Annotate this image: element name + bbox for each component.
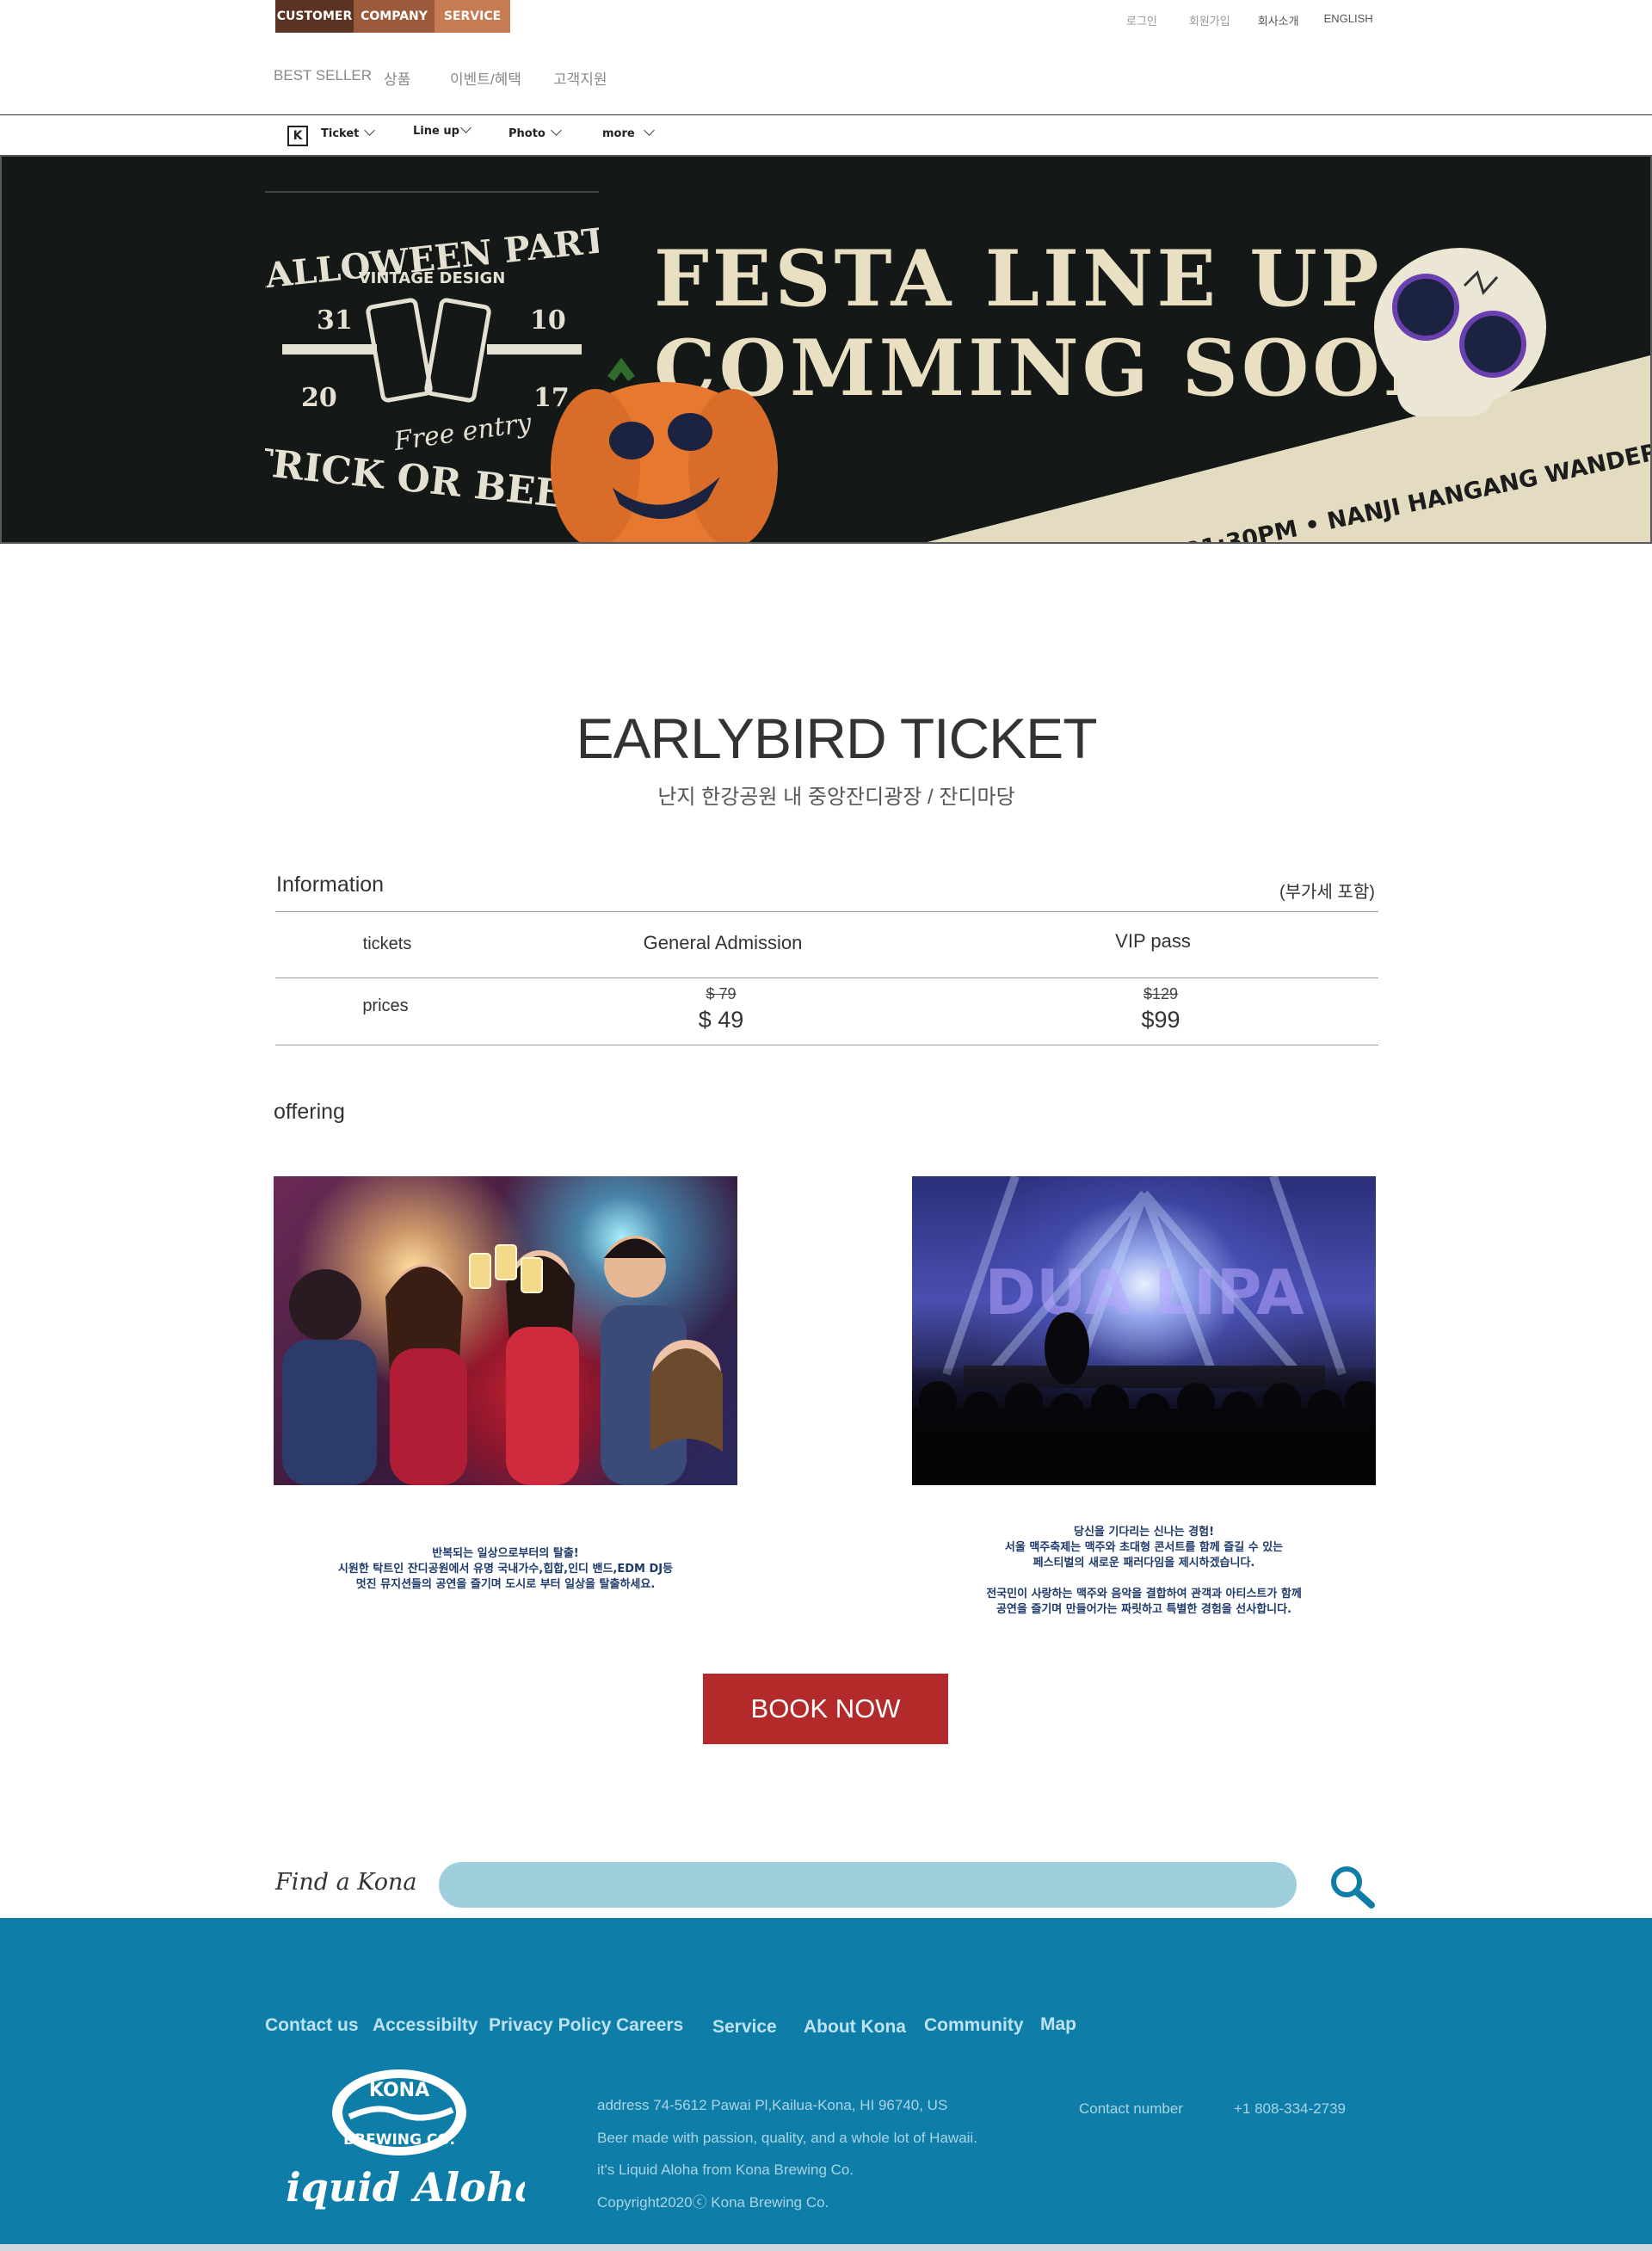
kona-brewing-logo: KONA BREWING CO. Liquid Aloha xyxy=(256,2065,540,2229)
nav-item-products[interactable]: 상품 xyxy=(384,67,410,89)
footer-link-careers[interactable]: Careers xyxy=(616,2015,683,2036)
offering-caption-right: 당신을 기다리는 신나는 경험! 서울 맥주축제는 맥주와 초대형 콘서트를 함… xyxy=(912,1525,1376,1618)
chevron-down-icon xyxy=(460,122,472,133)
offering-heading: offering xyxy=(274,1100,345,1124)
search-icon[interactable] xyxy=(1328,1865,1377,1909)
footer-tagline-1: Beer made with passion, quality, and a w… xyxy=(597,2129,977,2146)
caption-line: 전국민이 사랑하는 맥주와 음악을 결합하여 관객과 아티스트가 함께 xyxy=(986,1588,1302,1600)
signup-link[interactable]: 회원가입 xyxy=(1189,12,1230,28)
footer-link-accessibility[interactable]: Accessibilty xyxy=(373,2015,478,2036)
chevron-down-icon xyxy=(364,125,376,136)
footer-link-about[interactable]: About Kona xyxy=(804,2017,906,2038)
subnav-ticket[interactable]: Ticket xyxy=(321,125,376,140)
general-admission-label: General Admission xyxy=(643,932,803,953)
page-subtitle: 난지 한강공원 내 중앙잔디광장 / 잔디마당 xyxy=(657,786,1015,809)
footer-link-service[interactable]: Service xyxy=(712,2017,777,2038)
find-a-kona-label: Find a Kona xyxy=(275,1869,417,1896)
subnav-lineup[interactable]: Line up xyxy=(413,122,472,138)
vip-pass-label: VIP pass xyxy=(1115,930,1191,952)
concert-photo: DUA LIPA xyxy=(912,1176,1376,1485)
sub-nav: K Ticket Line up Photo more xyxy=(0,115,1652,154)
information-heading: Information xyxy=(276,873,385,897)
footer-link-privacy[interactable]: Privacy Policy xyxy=(489,2015,611,2036)
subnav-ticket-label: Ticket xyxy=(321,127,360,140)
vip-old-price: $129 xyxy=(1143,985,1179,1002)
footer-copyright: Copyright2020ⓒ Kona Brewing Co. xyxy=(597,2193,829,2211)
hero-banner: HALLOWEEN PARTY VINTAGE DESIGN 31 10 20 … xyxy=(0,155,1652,544)
chevron-down-icon xyxy=(550,125,562,136)
subnav-photo-label: Photo xyxy=(509,127,546,140)
caption-line: 멋진 뮤지션들의 공연을 즐기며 도시로 부터 일상을 탈출하세요. xyxy=(355,1578,656,1591)
nav-item-support[interactable]: 고객지원 xyxy=(553,67,607,89)
page-title: EARLYBIRD TICKET xyxy=(576,706,1097,770)
contact-number-label: Contact number xyxy=(1079,2100,1183,2117)
brand-tabs: CUSTOMER COMPANY SERVICE xyxy=(275,0,510,33)
caption-line: 페스티벌의 새로운 패러다임을 제시하겠습니다. xyxy=(1032,1557,1255,1570)
footer-tagline-2: it's Liquid Aloha from Kona Brewing Co. xyxy=(597,2162,854,2178)
tickets-label: tickets xyxy=(362,934,412,953)
vip-new-price: $99 xyxy=(1141,1007,1180,1033)
caption-line: 공연을 즐기며 만들어가는 짜릿하고 특별한 경험을 선사합니다. xyxy=(996,1603,1292,1616)
general-new-price: $ 49 xyxy=(698,1007,744,1033)
caption-line xyxy=(912,1571,1376,1587)
logo-kona-text: KONA xyxy=(369,2080,429,2101)
caption-line: 반복되는 일상으로부터의 탈출! xyxy=(432,1547,579,1560)
pumpkin-icon xyxy=(551,357,778,542)
chevron-down-icon xyxy=(643,125,655,136)
search-input[interactable] xyxy=(439,1862,1297,1908)
subnav-more-label: more xyxy=(602,127,635,140)
table-row-divider xyxy=(275,977,1378,978)
logo-tagline: Liquid Aloha xyxy=(284,2164,525,2211)
svg-text:DUA LIPA: DUA LIPA xyxy=(984,1256,1304,1329)
date-ribbon xyxy=(927,355,1650,542)
general-old-price: $ 79 xyxy=(706,985,737,1002)
subnav-lineup-label: Line up xyxy=(413,125,459,138)
caption-line: 당신을 기다리는 신나는 경험! xyxy=(1073,1526,1215,1539)
caption-line: 서울 맥주축제는 맥주와 초대형 콘서트를 함께 즐길 수 있는 xyxy=(1004,1541,1284,1554)
english-link[interactable]: ENGLISH xyxy=(1324,12,1373,28)
login-link[interactable]: 로그인 xyxy=(1126,12,1157,28)
company-intro-link[interactable]: 회사소개 xyxy=(1258,12,1299,28)
brand-tab-customer[interactable]: CUSTOMER xyxy=(275,0,354,33)
subnav-more[interactable]: more xyxy=(602,125,655,140)
footer-link-community[interactable]: Community xyxy=(924,2015,1024,2036)
subnav-photo[interactable]: Photo xyxy=(509,125,562,140)
logo-brewing-text: BREWING CO. xyxy=(343,2131,455,2149)
banner-decor xyxy=(551,248,1650,542)
footer-link-map[interactable]: Map xyxy=(1040,2014,1076,2035)
footer-address: address 74-5612 Pawai Pl,Kailua-Kona, HI… xyxy=(597,2097,948,2113)
footer-link-contact[interactable]: Contact us xyxy=(265,2015,359,2036)
party-photo xyxy=(274,1176,737,1485)
footer-info: address 74-5612 Pawai Pl,Kailua-Kona, HI… xyxy=(597,2089,977,2218)
offering-caption-left: 반복되는 일상으로부터의 탈출! 시원한 탁트인 잔디공원에서 유명 국내가수,… xyxy=(274,1546,737,1593)
nav-item-best-seller[interactable]: BEST SELLER xyxy=(274,67,372,84)
brand-tab-service[interactable]: SERVICE xyxy=(435,0,510,33)
book-now-button[interactable]: BOOK NOW xyxy=(703,1674,948,1744)
vat-note: (부가세 포함) xyxy=(1279,883,1375,902)
prices-label: prices xyxy=(362,996,409,1015)
nav-item-events[interactable]: 이벤트/혜택 xyxy=(450,67,521,89)
party-people-illustration xyxy=(282,1236,723,1485)
crowd-shadow xyxy=(912,1367,1376,1485)
table-top-line xyxy=(275,911,1378,912)
contact-number-value[interactable]: +1 808-334-2739 xyxy=(1234,2100,1346,2118)
brand-tab-company[interactable]: COMPANY xyxy=(354,0,435,33)
footer-bottom-bar xyxy=(0,2244,1652,2251)
k-logo-box[interactable]: K xyxy=(287,126,308,146)
caption-line: 시원한 탁트인 잔디공원에서 유명 국내가수,힙합,인디 밴드,EDM DJ등 xyxy=(337,1563,674,1576)
utility-links: 로그인 회원가입 회사소개 ENGLISH xyxy=(1119,12,1373,28)
